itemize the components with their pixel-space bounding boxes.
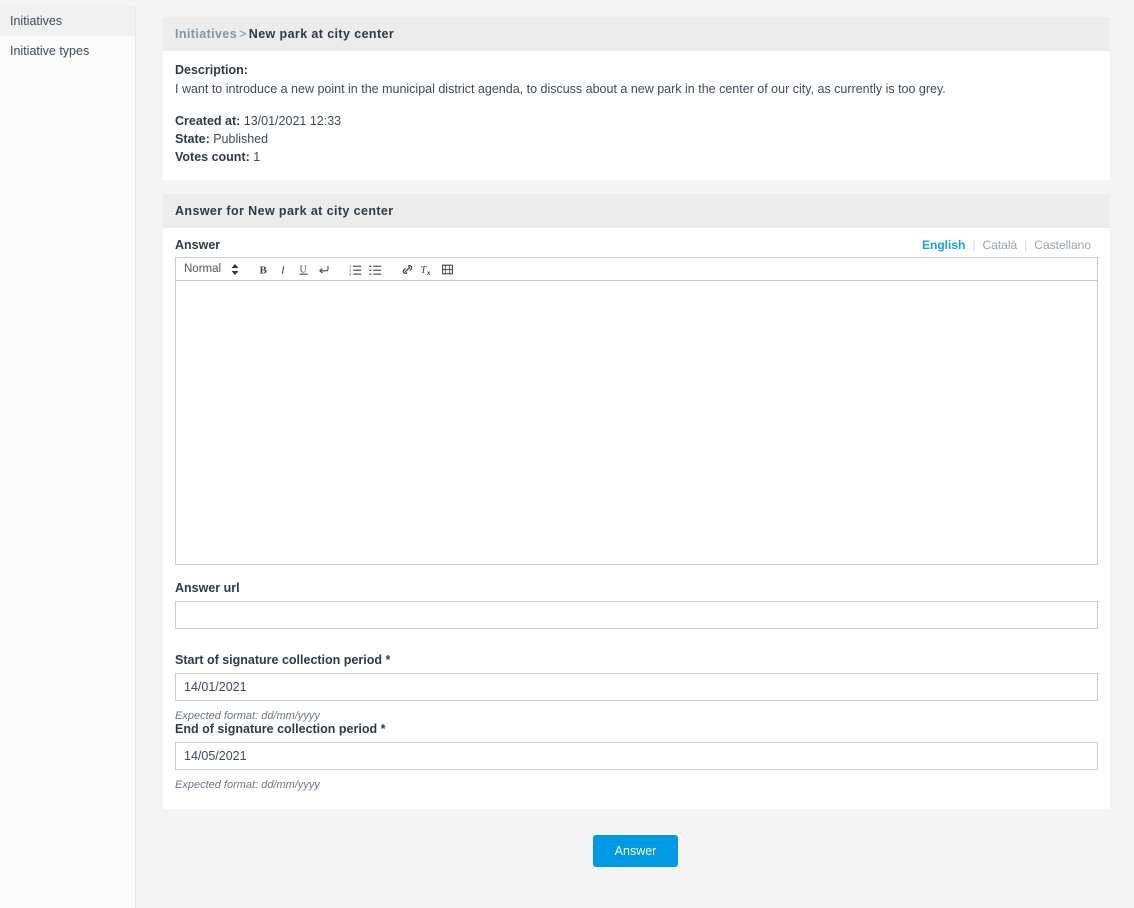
- answer-field: Answer English | Català | Castellano Nor…: [175, 238, 1098, 566]
- end-date-label: End of signature collection period *: [175, 722, 1098, 736]
- breadcrumb-separator: >: [239, 27, 247, 41]
- initiative-detail-body: Description: I want to introduce a new p…: [163, 51, 1110, 180]
- votes-count-value: 1: [253, 150, 261, 165]
- format-picker[interactable]: Normal: [184, 263, 239, 275]
- text-style-group: B I U: [253, 260, 333, 278]
- sidebar: Initiatives Initiative types: [0, 6, 136, 908]
- votes-count-row: Votes count: 1: [175, 148, 1098, 166]
- start-date-label: Start of signature collection period *: [175, 653, 1098, 667]
- embed-video-icon[interactable]: [438, 260, 456, 278]
- insert-group: T x: [397, 260, 457, 278]
- answer-form-body: Answer English | Català | Castellano Nor…: [163, 228, 1110, 809]
- answer-label: Answer: [175, 238, 221, 253]
- italic-icon[interactable]: I: [274, 260, 292, 278]
- sidebar-item-label: Initiative types: [10, 44, 90, 58]
- language-tabs: English | Català | Castellano: [915, 238, 1098, 252]
- breadcrumb-parent-link[interactable]: Initiatives: [175, 27, 237, 41]
- ordered-list-icon[interactable]: 1 2 3: [346, 260, 364, 278]
- answer-field-head: Answer English | Català | Castellano: [175, 238, 1098, 252]
- start-date-field: Start of signature collection period * E…: [175, 653, 1098, 722]
- bold-icon[interactable]: B: [254, 260, 272, 278]
- editor-toolbar: Normal B I U 1 2 3 T x: [176, 258, 1097, 282]
- answer-url-field: Answer url: [175, 581, 1098, 630]
- sidebar-item-label: Initiatives: [10, 14, 63, 28]
- language-tab-castellano[interactable]: Castellano: [1027, 238, 1098, 252]
- answer-editor-body[interactable]: [176, 281, 1097, 565]
- end-date-input[interactable]: [175, 742, 1098, 771]
- svg-text:I: I: [280, 264, 286, 276]
- end-date-label-text: End of signature collection period: [175, 722, 378, 737]
- svg-text:3: 3: [349, 271, 352, 276]
- state-row: State: Published: [175, 130, 1098, 148]
- required-marker: *: [380, 722, 386, 737]
- created-at-row: Created at: 13/01/2021 12:33: [175, 112, 1098, 130]
- end-date-field: End of signature collection period * Exp…: [175, 722, 1098, 791]
- svg-text:B: B: [259, 264, 267, 276]
- link-icon[interactable]: [398, 260, 416, 278]
- required-marker: *: [385, 653, 391, 668]
- answer-card-title: Answer for New park at city center: [163, 194, 1110, 229]
- chevron-updown-icon: [231, 263, 239, 275]
- end-date-hint: Expected format: dd/mm/yyyy: [175, 779, 320, 792]
- line-break-icon[interactable]: [314, 260, 332, 278]
- answer-form-card: Answer for New park at city center Answe…: [163, 194, 1110, 810]
- language-tab-english[interactable]: English: [915, 238, 972, 252]
- state-label: State:: [175, 132, 210, 146]
- clear-format-icon[interactable]: T x: [418, 260, 436, 278]
- admin-page: Initiatives Initiative types Initiatives…: [0, 0, 1134, 908]
- votes-count-label: Votes count:: [175, 150, 250, 165]
- list-group: 1 2 3: [345, 260, 385, 278]
- svg-text:x: x: [427, 271, 431, 276]
- description-text: I want to introduce a new point in the m…: [175, 82, 946, 96]
- sidebar-item-initiative-types[interactable]: Initiative types: [0, 36, 135, 66]
- created-at-label: Created at:: [175, 113, 241, 128]
- start-date-input[interactable]: [175, 673, 1098, 702]
- start-date-label-text: Start of signature collection period: [175, 653, 382, 668]
- sidebar-item-initiatives[interactable]: Initiatives: [0, 6, 135, 36]
- initiative-meta: Created at: 13/01/2021 12:33 State: Publ…: [175, 112, 1098, 166]
- description-label: Description:: [175, 63, 248, 77]
- format-picker-label: Normal: [184, 263, 222, 276]
- answer-submit-button[interactable]: Answer: [592, 835, 679, 868]
- breadcrumb: Initiatives > New park at city center: [163, 17, 1110, 51]
- language-tab-catala[interactable]: Català: [975, 238, 1024, 252]
- answer-url-input[interactable]: [175, 601, 1098, 630]
- submit-row: Answer: [137, 835, 1134, 868]
- underline-icon[interactable]: U: [294, 260, 312, 278]
- start-date-hint: Expected format: dd/mm/yyyy: [175, 710, 320, 723]
- created-at-value: 13/01/2021 12:33: [243, 113, 342, 128]
- rich-text-editor: Normal B I U 1 2 3 T x: [175, 257, 1098, 566]
- answer-url-label: Answer url: [175, 581, 240, 596]
- state-value: Published: [213, 132, 269, 146]
- initiative-detail-card: Initiatives > New park at city center Desc…: [163, 17, 1110, 181]
- main-content: Initiatives > New park at city center Desc…: [137, 6, 1134, 908]
- breadcrumb-current: New park at city center: [248, 27, 395, 41]
- bullet-list-icon[interactable]: [366, 260, 384, 278]
